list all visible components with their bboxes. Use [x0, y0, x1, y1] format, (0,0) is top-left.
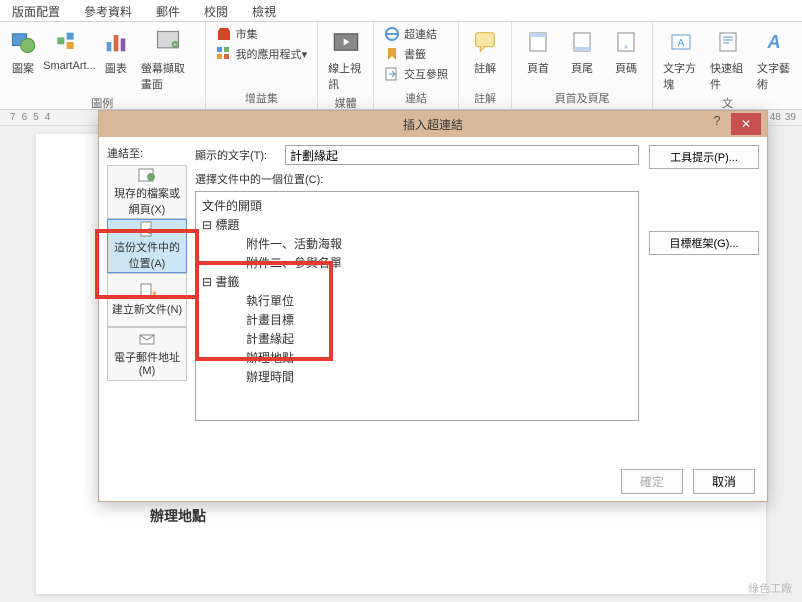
link-email[interactable]: 電子郵件地址(M)	[107, 327, 187, 381]
textbox-icon: A	[665, 26, 697, 58]
tree-top[interactable]: 文件的開頭	[202, 196, 632, 215]
tab-references[interactable]: 參考資料	[72, 0, 144, 21]
new-doc-icon: ★	[138, 283, 156, 299]
tree-bookmark-item[interactable]: 計畫目標	[202, 310, 632, 329]
wordart-icon: A	[758, 26, 790, 58]
shapes-button[interactable]: 圖案	[4, 24, 42, 78]
svg-text:A: A	[767, 32, 781, 52]
footer-button[interactable]: 頁尾	[560, 24, 604, 78]
smartart-icon	[53, 26, 85, 58]
dialog-title-bar[interactable]: 插入超連結 ? ✕	[99, 111, 767, 137]
dialog-close-button[interactable]: ✕	[731, 113, 761, 135]
link-existing-file[interactable]: 現存的檔案或網頁(X)	[107, 165, 187, 219]
web-file-icon	[138, 167, 156, 183]
tree-headings[interactable]: ⊟ 標題	[202, 215, 632, 234]
link-icon	[384, 26, 400, 42]
dialog-main: 顯示的文字(T): 選擇文件中的一個位置(C): 文件的開頭 ⊟ 標題 附件一、…	[195, 145, 639, 461]
chart-icon	[100, 26, 132, 58]
group-addins-label: 增益集	[210, 89, 314, 107]
svg-text:+: +	[173, 43, 177, 49]
insert-hyperlink-dialog: 插入超連結 ? ✕ 連結至: 現存的檔案或網頁(X) 這份文件中的位置(A) ★…	[98, 110, 768, 502]
crossref-icon	[384, 66, 400, 82]
apps-icon	[216, 46, 232, 62]
doc-text-fragment: 辦理地點	[150, 506, 206, 526]
comment-icon	[469, 26, 501, 58]
bookmark-icon	[384, 46, 400, 62]
group-illustrations: 圖案 SmartArt... 圖表 + 螢幕擷取畫面 圖例	[0, 22, 206, 109]
select-location-label: 選擇文件中的一個位置(C):	[195, 171, 639, 187]
footer-icon	[566, 26, 598, 58]
group-headerfooter-label: 頁首及頁尾	[516, 89, 648, 107]
group-links: 超連結 書籤 交互參照 連結	[374, 22, 459, 109]
group-addins: 市集 我的應用程式 ▾ 增益集	[206, 22, 319, 109]
group-headerfooter: 頁首 頁尾 #頁碼 頁首及頁尾	[512, 22, 653, 109]
dialog-title: 插入超連結	[403, 116, 463, 133]
header-button[interactable]: 頁首	[516, 24, 560, 78]
email-icon	[138, 331, 156, 347]
location-tree[interactable]: 文件的開頭 ⊟ 標題 附件一、活動海報 附件二、參與名單 ⊟ 書籤 執行單位 計…	[195, 191, 639, 421]
video-button[interactable]: 線上視訊	[322, 24, 369, 94]
svg-text:★: ★	[151, 289, 156, 298]
tab-view[interactable]: 檢視	[240, 0, 288, 21]
screenshot-button[interactable]: + 螢幕擷取畫面	[135, 24, 201, 94]
tree-bookmark-item[interactable]: 計畫緣起	[202, 329, 632, 348]
tab-review[interactable]: 校閱	[192, 0, 240, 21]
quickparts-button[interactable]: 快速組件	[704, 24, 751, 94]
display-text-input[interactable]	[285, 145, 639, 165]
tree-heading-item[interactable]: 附件一、活動海報	[202, 234, 632, 253]
tree-heading-item[interactable]: 附件二、參與名單	[202, 253, 632, 272]
bookmark-button[interactable]: 書籤	[378, 44, 454, 64]
watermark: 綠色工廠	[748, 580, 792, 596]
group-comments: 註解 註解	[459, 22, 512, 109]
group-media: 線上視訊 媒體	[318, 22, 374, 109]
crossref-button[interactable]: 交互參照	[378, 64, 454, 84]
tree-bookmarks[interactable]: ⊟ 書籤	[202, 272, 632, 291]
screentip-button[interactable]: 工具提示(P)...	[649, 145, 759, 169]
pagenum-button[interactable]: #頁碼	[604, 24, 648, 78]
link-to-label: 連結至:	[107, 145, 187, 161]
shapes-icon	[7, 26, 39, 58]
myapps-button[interactable]: 我的應用程式 ▾	[210, 44, 314, 64]
ribbon-tabs: 版面配置 參考資料 郵件 校閱 檢視	[0, 0, 802, 22]
video-icon	[330, 26, 362, 58]
place-icon	[138, 221, 156, 237]
wordart-button[interactable]: A文字藝術	[751, 24, 798, 94]
chart-button[interactable]: 圖表	[97, 24, 135, 78]
svg-text:A: A	[677, 38, 684, 49]
cancel-button[interactable]: 取消	[693, 469, 755, 494]
ribbon: 圖案 SmartArt... 圖表 + 螢幕擷取畫面 圖例 市集 我的應用程式 …	[0, 22, 802, 110]
smartart-button[interactable]: SmartArt...	[42, 24, 97, 74]
quickparts-icon	[712, 26, 744, 58]
store-button[interactable]: 市集	[210, 24, 314, 44]
textbox-button[interactable]: A文字方塊	[657, 24, 704, 94]
target-frame-button[interactable]: 目標框架(G)...	[649, 231, 759, 255]
header-icon	[522, 26, 554, 58]
screenshot-icon: +	[152, 26, 184, 58]
store-icon	[216, 26, 232, 42]
tree-bookmark-item[interactable]: 執行單位	[202, 291, 632, 310]
link-place-in-doc[interactable]: 這份文件中的位置(A)	[107, 219, 187, 273]
dialog-help-button[interactable]: ?	[705, 113, 729, 135]
pagenum-icon: #	[610, 26, 642, 58]
display-text-label: 顯示的文字(T):	[195, 147, 285, 163]
group-links-label: 連結	[378, 89, 454, 107]
link-new-doc[interactable]: ★ 建立新文件(N)	[107, 273, 187, 327]
comment-button[interactable]: 註解	[463, 24, 507, 78]
ok-button[interactable]: 確定	[621, 469, 683, 494]
group-text: A文字方塊 快速組件 A文字藝術 文	[653, 22, 802, 109]
tab-mailings[interactable]: 郵件	[144, 0, 192, 21]
tab-layout[interactable]: 版面配置	[0, 0, 72, 21]
tree-bookmark-item[interactable]: 辦理地點	[202, 348, 632, 367]
link-to-panel: 連結至: 現存的檔案或網頁(X) 這份文件中的位置(A) ★ 建立新文件(N) …	[107, 145, 187, 461]
group-comments-label: 註解	[463, 89, 507, 107]
hyperlink-button[interactable]: 超連結	[378, 24, 454, 44]
tree-bookmark-item[interactable]: 辦理時間	[202, 367, 632, 386]
